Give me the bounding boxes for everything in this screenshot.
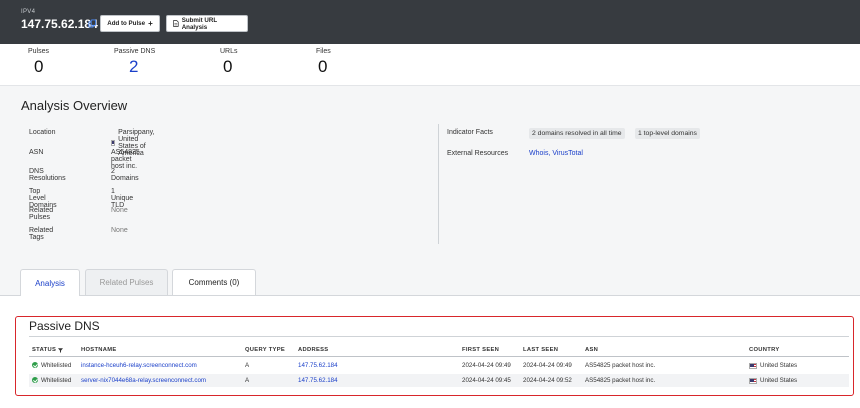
tab-analysis[interactable]: Analysis	[20, 269, 80, 296]
submit-url-analysis-button[interactable]: Submit URL Analysis	[166, 15, 248, 32]
column-header-query-type[interactable]: QUERY TYPE	[245, 347, 285, 353]
hostname-link[interactable]: instance-hceuh6-relay.screenconnect.com	[81, 362, 197, 369]
overview-label: Top Level Domains	[29, 188, 57, 209]
stat-passive-dns[interactable]: Passive DNS 2	[114, 48, 155, 77]
table-row: Whitelisted instance-hceuh6-relay.screen…	[29, 359, 849, 372]
hostname-link[interactable]: server-nix7044e68a-relay.screenconnect.c…	[81, 377, 206, 384]
stat-urls: URLs 0	[220, 48, 238, 77]
overview-label: Related Pulses	[29, 207, 54, 221]
check-circle-icon	[32, 377, 38, 383]
add-to-pulse-button[interactable]: Add to Pulse +	[100, 15, 160, 32]
indicator-type: IPV4	[21, 9, 36, 15]
address-link[interactable]: 147.75.62.184	[298, 362, 338, 369]
stats-bar: Pulses 0 Passive DNS 2 URLs 0 Files 0	[0, 44, 860, 86]
country-label: United States	[760, 377, 798, 384]
indicator-facts-label: Indicator Facts	[447, 129, 493, 136]
stat-value: 0	[34, 57, 44, 76]
overview-label: Related Tags	[29, 227, 54, 241]
check-circle-icon	[32, 362, 38, 368]
us-flag-icon	[749, 377, 757, 384]
overview-value: None	[111, 227, 128, 234]
plus-icon: +	[148, 18, 153, 28]
overview-label: DNS Resolutions	[29, 168, 66, 182]
overview-label: ASN	[29, 149, 44, 156]
us-flag-icon	[111, 140, 116, 146]
last-seen-cell: 2024-04-24 09:49	[523, 362, 572, 369]
column-header-status[interactable]: STATUS	[32, 347, 64, 353]
tab-comments[interactable]: Comments (0)	[172, 269, 256, 295]
overview-value: 1 Unique TLD	[111, 188, 134, 209]
external-resources-label: External Resources	[447, 150, 509, 157]
overview-divider	[438, 124, 439, 244]
table-divider	[29, 336, 849, 337]
filter-icon[interactable]	[58, 347, 64, 353]
stat-files: Files 0	[316, 48, 331, 77]
column-header-first-seen[interactable]: FIRST SEEN	[462, 347, 499, 353]
tab-related-pulses[interactable]: Related Pulses	[85, 269, 168, 295]
document-icon	[173, 20, 179, 27]
copy-icon[interactable]	[88, 19, 97, 28]
address-link[interactable]: 147.75.62.184	[298, 377, 338, 384]
country-label: United States	[760, 362, 798, 369]
indicator-header: IPV4 147.75.62.184 Add to Pulse + Submit…	[0, 0, 860, 44]
query-type-cell: A	[245, 362, 250, 369]
last-seen-cell: 2024-04-24 09:52	[523, 377, 572, 384]
indicator-fact-chip: 2 domains resolved in all time	[529, 128, 625, 139]
submit-url-analysis-label: Submit URL Analysis	[181, 16, 218, 31]
overview-value: AS54825 packet host inc.	[111, 149, 140, 170]
overview-value: None	[111, 207, 128, 214]
query-type-cell: A	[245, 377, 250, 384]
stat-value: 0	[223, 57, 233, 76]
first-seen-cell: 2024-04-24 09:45	[462, 377, 511, 384]
table-row: Whitelisted server-nix7044e68a-relay.scr…	[29, 374, 849, 387]
table-header-divider	[29, 356, 849, 357]
external-resources-links[interactable]: Whois, VirusTotal	[529, 150, 583, 157]
ip-address-title: 147.75.62.184	[21, 17, 98, 31]
status-cell: Whitelisted	[41, 362, 72, 369]
indicator-fact-chip: 1 top-level domains	[635, 128, 700, 139]
country-cell: United States	[749, 362, 797, 369]
overview-value: 2 Domains	[111, 168, 139, 182]
column-header-address[interactable]: ADDRESS	[298, 347, 328, 353]
overview-label: Location	[29, 129, 56, 136]
us-flag-icon	[749, 362, 757, 369]
column-header-country[interactable]: COUNTRY	[749, 347, 780, 353]
stat-pulses: Pulses 0	[28, 48, 49, 77]
asn-cell: AS54825 packet host inc.	[585, 377, 656, 384]
stat-label: Passive DNS	[114, 48, 156, 55]
column-header-asn[interactable]: ASN	[585, 347, 598, 353]
status-cell: Whitelisted	[41, 377, 72, 384]
asn-cell: AS54825 packet host inc.	[585, 362, 656, 369]
column-header-hostname[interactable]: HOSTNAME	[81, 347, 117, 353]
stat-label: URLs	[220, 48, 238, 55]
passive-dns-title: Passive DNS	[29, 319, 100, 333]
column-header-last-seen[interactable]: LAST SEEN	[523, 347, 558, 353]
column-header-label: STATUS	[32, 347, 57, 353]
stat-label: Pulses	[28, 48, 50, 55]
first-seen-cell: 2024-04-24 09:49	[462, 362, 511, 369]
country-cell: United States	[749, 377, 797, 384]
add-to-pulse-label: Add to Pulse	[107, 20, 146, 27]
stat-label: Files	[316, 48, 331, 55]
analysis-overview-title: Analysis Overview	[21, 98, 128, 113]
stat-value: 0	[318, 57, 328, 76]
stat-value[interactable]: 2	[129, 57, 155, 77]
